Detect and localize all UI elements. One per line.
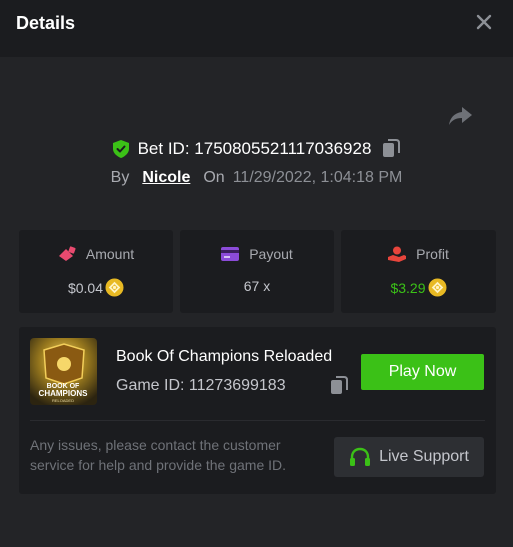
live-support-label: Live Support — [379, 448, 469, 465]
thumb-title-line2: CHAMPIONS — [39, 389, 89, 398]
username-link[interactable]: Nicole — [142, 169, 190, 187]
game-id: Game ID: 11273699183 — [116, 377, 286, 394]
amount-value: $0.04 — [67, 279, 104, 296]
coin-icon — [105, 278, 124, 297]
profit-icon — [388, 246, 407, 262]
modal-header: Details — [0, 0, 513, 57]
close-icon[interactable] — [474, 12, 494, 32]
copy-icon[interactable] — [382, 139, 401, 159]
bet-id: Bet ID: 1750805521117036928 — [137, 139, 372, 158]
card-icon — [221, 247, 240, 261]
coin-icon — [428, 278, 447, 297]
game-panel: BOOK OF CHAMPIONS RELOADED Book Of Champ… — [19, 327, 496, 494]
copy-icon[interactable] — [330, 376, 348, 396]
bet-datetime: 11/29/2022, 1:04:18 PM — [232, 169, 403, 186]
thumb-title-line3: RELOADED — [52, 398, 74, 403]
share-icon[interactable] — [447, 104, 473, 128]
amount-label: Amount — [85, 246, 135, 262]
live-support-button[interactable]: Live Support — [334, 437, 484, 477]
details-modal: Details Bet ID: 1750805521117036928 By N… — [0, 0, 513, 547]
on-label: On — [203, 169, 225, 186]
divider — [30, 420, 485, 421]
bet-id-row: Bet ID: 1750805521117036928 — [0, 137, 513, 161]
bet-meta-row: By Nicole On 11/29/2022, 1:04:18 PM — [0, 167, 513, 189]
play-now-button[interactable]: Play Now — [361, 354, 484, 390]
amount-card: Amount $0.04 — [19, 230, 173, 313]
modal-title: Details — [16, 13, 76, 33]
shield-check-icon — [112, 140, 129, 158]
game-thumbnail[interactable]: BOOK OF CHAMPIONS RELOADED — [30, 338, 97, 405]
profit-card: Profit $3.29 — [341, 230, 496, 313]
profit-label: Profit — [416, 246, 449, 262]
help-text: Any issues, please contact the customer … — [30, 437, 287, 473]
headset-icon — [350, 447, 371, 466]
profit-value: $3.29 — [390, 279, 426, 296]
payout-value: 67 x — [243, 278, 271, 294]
amount-icon — [58, 246, 76, 261]
by-label: By — [110, 169, 130, 186]
payout-label: Payout — [249, 246, 293, 262]
game-name: Book Of Champions Reloaded — [116, 348, 333, 365]
payout-card: Payout 67 x — [180, 230, 334, 313]
